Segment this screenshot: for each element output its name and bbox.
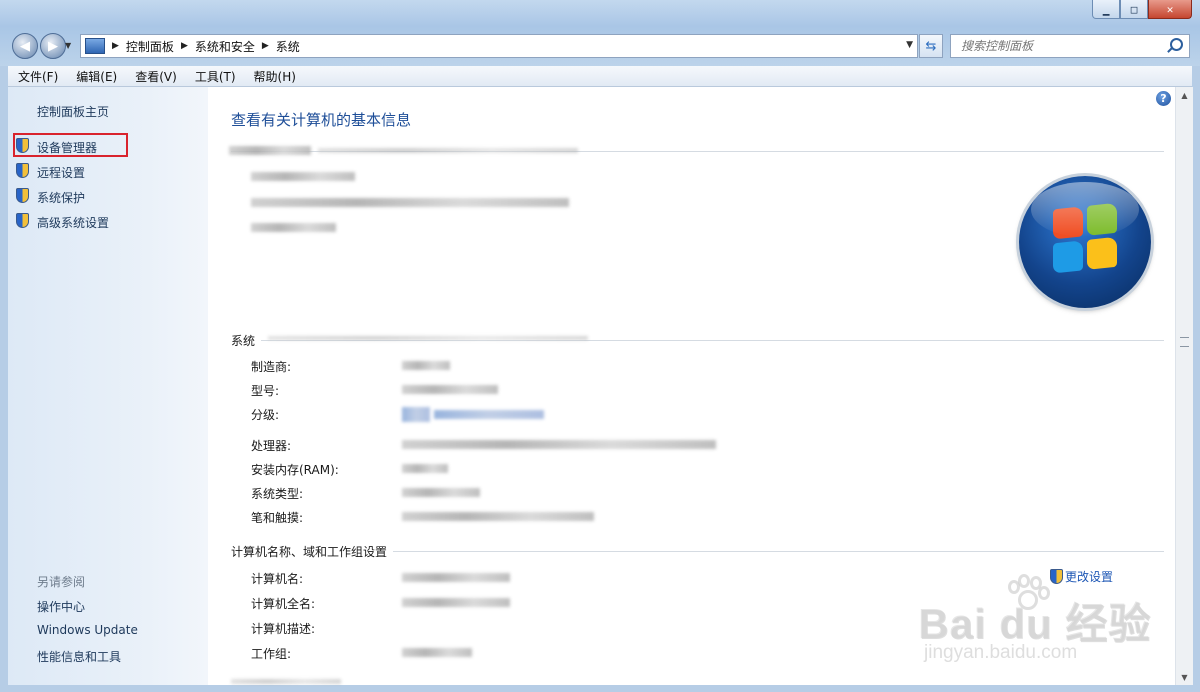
workgroup-label: 工作组:: [251, 647, 292, 661]
redacted-text: [251, 172, 355, 181]
breadcrumb-control-panel[interactable]: 控制面板: [126, 38, 174, 55]
control-panel-home-link[interactable]: 控制面板主页: [37, 103, 109, 120]
redacted-value: [402, 648, 472, 657]
shield-icon: [16, 138, 29, 153]
advanced-system-settings-link[interactable]: 高级系统设置: [37, 214, 109, 231]
search-icon[interactable]: [1170, 38, 1183, 51]
computer-name-label: 计算机名:: [251, 572, 304, 586]
shield-icon: [16, 188, 29, 203]
left-task-pane: 控制面板主页 设备管理器 远程设置 系统保护 高级系统设置 另请参阅 操作中心 …: [8, 87, 208, 685]
vertical-scrollbar[interactable]: ▲ ▼: [1175, 87, 1193, 685]
redacted-value: [402, 464, 448, 473]
address-dropdown-icon[interactable]: ▼: [906, 40, 913, 50]
main-content: ? 查看有关计算机的基本信息 系统 制造商: 型号: 分级: 处理器: 安装内存…: [208, 87, 1192, 685]
redacted-value: [402, 385, 498, 394]
device-manager-link[interactable]: 设备管理器: [37, 139, 97, 156]
recent-pages-chevron-icon[interactable]: ▼: [65, 41, 71, 50]
window-frame-right: [1192, 66, 1200, 692]
redacted-text: [251, 198, 569, 207]
window-frame-bottom: [0, 685, 1200, 692]
page-title: 查看有关计算机的基本信息: [231, 111, 412, 129]
back-button[interactable]: ◀: [12, 33, 38, 59]
breadcrumb-chevron-icon[interactable]: ▶: [112, 41, 119, 51]
redacted-value: [402, 598, 510, 607]
refresh-button[interactable]: ⇆: [919, 34, 943, 58]
search-input[interactable]: [959, 38, 1163, 54]
redacted-text: [318, 148, 578, 153]
breadcrumb-chevron-icon[interactable]: ▶: [262, 41, 269, 51]
action-center-link[interactable]: 操作中心: [37, 598, 85, 615]
see-also-heading: 另请参阅: [37, 575, 86, 589]
computer-description-label: 计算机描述:: [251, 622, 316, 636]
help-icon[interactable]: ?: [1156, 91, 1171, 106]
change-settings-link[interactable]: 更改设置: [1050, 568, 1113, 585]
model-label: 型号:: [251, 384, 280, 398]
menu-file[interactable]: 文件(F): [8, 68, 66, 85]
shield-icon: [16, 213, 29, 228]
rating-badge: [402, 407, 430, 422]
minimize-button[interactable]: ▁: [1092, 0, 1120, 19]
ram-label: 安装内存(RAM):: [251, 463, 339, 477]
redacted-text: [251, 223, 336, 232]
redacted-value: [402, 573, 510, 582]
computer-name-section-label: 计算机名称、域和工作组设置: [231, 543, 394, 560]
forward-button[interactable]: ▶: [40, 33, 66, 59]
breadcrumb-system-security[interactable]: 系统和安全: [195, 38, 255, 55]
close-button[interactable]: ✕: [1148, 0, 1192, 19]
menu-edit[interactable]: 编辑(E): [66, 68, 125, 85]
address-bar[interactable]: ▶ 控制面板 ▶ 系统和安全 ▶ 系统 ▼: [80, 34, 918, 58]
rating-label: 分级:: [251, 408, 280, 422]
pen-touch-label: 笔和触摸:: [251, 511, 304, 525]
redacted-text: [231, 679, 341, 684]
menu-help[interactable]: 帮助(H): [244, 68, 304, 85]
remote-settings-link[interactable]: 远程设置: [37, 164, 85, 181]
menu-view[interactable]: 查看(V): [125, 68, 185, 85]
window-chrome: ▁ □ ✕ ◀ ▶ ▼ ▶ 控制面板 ▶ 系统和安全 ▶ 系统 ▼ ⇆: [0, 0, 1200, 66]
search-box[interactable]: [950, 34, 1190, 58]
shield-icon: [1050, 569, 1063, 584]
processor-label: 处理器:: [251, 439, 292, 453]
system-section: 系统: [231, 332, 1164, 349]
redacted-text: [229, 146, 311, 155]
full-computer-name-label: 计算机全名:: [251, 597, 316, 611]
system-section-label: 系统: [231, 332, 262, 349]
title-bar[interactable]: ▁ □ ✕: [0, 0, 1200, 30]
performance-tools-link[interactable]: 性能信息和工具: [37, 648, 121, 665]
redacted-text: [268, 336, 588, 340]
breadcrumb-chevron-icon[interactable]: ▶: [181, 41, 188, 51]
computer-name-section: 计算机名称、域和工作组设置: [231, 543, 1164, 560]
redacted-value: [402, 488, 480, 497]
menu-tools[interactable]: 工具(T): [185, 68, 244, 85]
control-panel-icon: [85, 38, 105, 54]
scroll-grip-icon[interactable]: [1180, 337, 1189, 347]
rating-link[interactable]: [434, 410, 544, 419]
breadcrumb-system[interactable]: 系统: [276, 38, 300, 55]
menu-bar: 文件(F) 编辑(E) 查看(V) 工具(T) 帮助(H): [8, 66, 1192, 87]
redacted-value: [402, 512, 594, 521]
scroll-up-arrow-icon[interactable]: ▲: [1176, 87, 1193, 103]
change-settings-label[interactable]: 更改设置: [1065, 568, 1113, 585]
redacted-value: [402, 361, 450, 370]
manufacturer-label: 制造商:: [251, 360, 292, 374]
windows-update-link[interactable]: Windows Update: [37, 623, 138, 637]
maximize-button[interactable]: □: [1120, 0, 1148, 19]
window-frame-left: [0, 66, 8, 692]
redacted-value: [402, 440, 716, 449]
scroll-down-arrow-icon[interactable]: ▼: [1176, 669, 1193, 685]
navigation-row: ◀ ▶ ▼ ▶ 控制面板 ▶ 系统和安全 ▶ 系统 ▼ ⇆: [0, 31, 1200, 61]
system-type-label: 系统类型:: [251, 487, 304, 501]
windows-logo: [1019, 176, 1151, 308]
shield-icon: [16, 163, 29, 178]
system-protection-link[interactable]: 系统保护: [37, 189, 85, 206]
